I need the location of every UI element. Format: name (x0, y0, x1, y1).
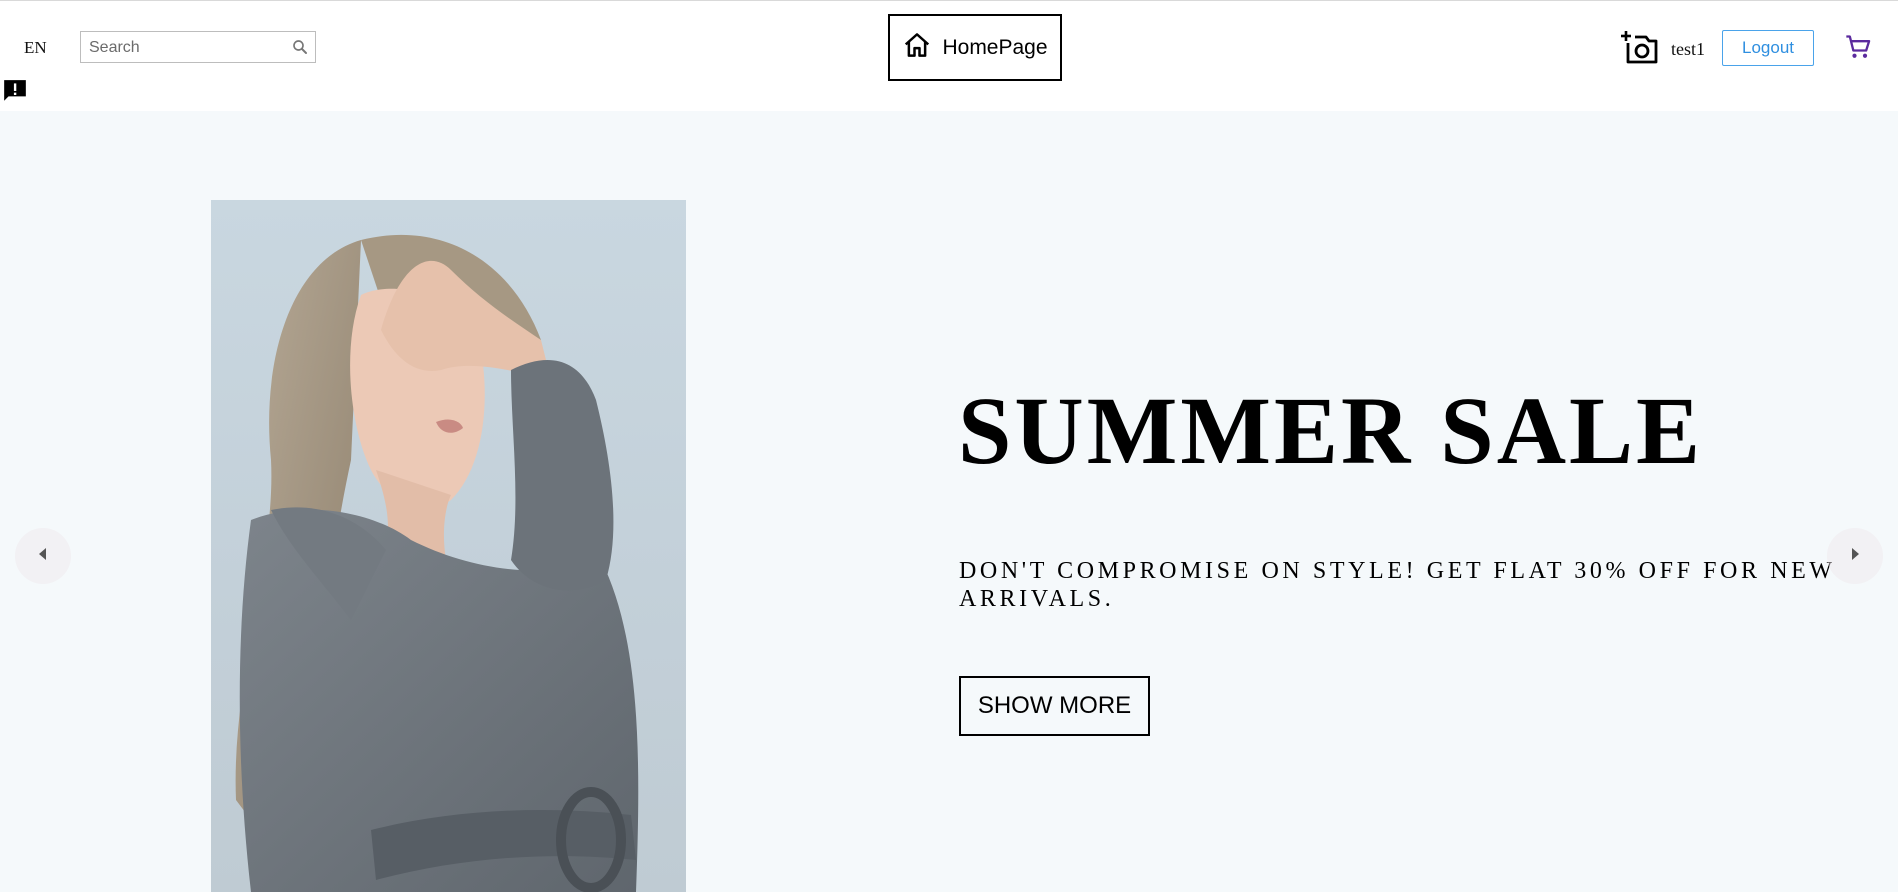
shopping-cart-icon[interactable] (1844, 33, 1872, 61)
home-button-label: HomePage (942, 35, 1048, 59)
username: test1 (1671, 39, 1705, 59)
carousel-next-button[interactable] (1827, 528, 1883, 584)
home-button[interactable]: HomePage (888, 14, 1062, 81)
search-box (80, 31, 316, 63)
hero-description: DON'T COMPROMISE ON STYLE! GET FLAT 30% … (959, 558, 1836, 612)
carousel-prev-button[interactable] (15, 528, 71, 584)
show-more-button[interactable]: SHOW MORE (959, 676, 1150, 736)
arrow-left-icon (37, 547, 49, 566)
search-icon[interactable] (291, 38, 309, 56)
top-navbar: EN HomePage test1 Logout (0, 1, 1898, 111)
search-input[interactable] (87, 35, 281, 61)
hero-banner: SUMMER SALE DON'T COMPROMISE ON STYLE! G… (0, 111, 1898, 892)
add-photo-icon[interactable] (1620, 29, 1660, 67)
arrow-right-icon (1849, 547, 1861, 566)
home-icon (902, 30, 932, 65)
hero-title: SUMMER SALE (958, 377, 1704, 484)
language-selector[interactable]: EN (24, 38, 47, 58)
hero-image (211, 200, 686, 892)
logout-button[interactable]: Logout (1722, 30, 1814, 66)
feedback-icon[interactable] (2, 78, 28, 104)
